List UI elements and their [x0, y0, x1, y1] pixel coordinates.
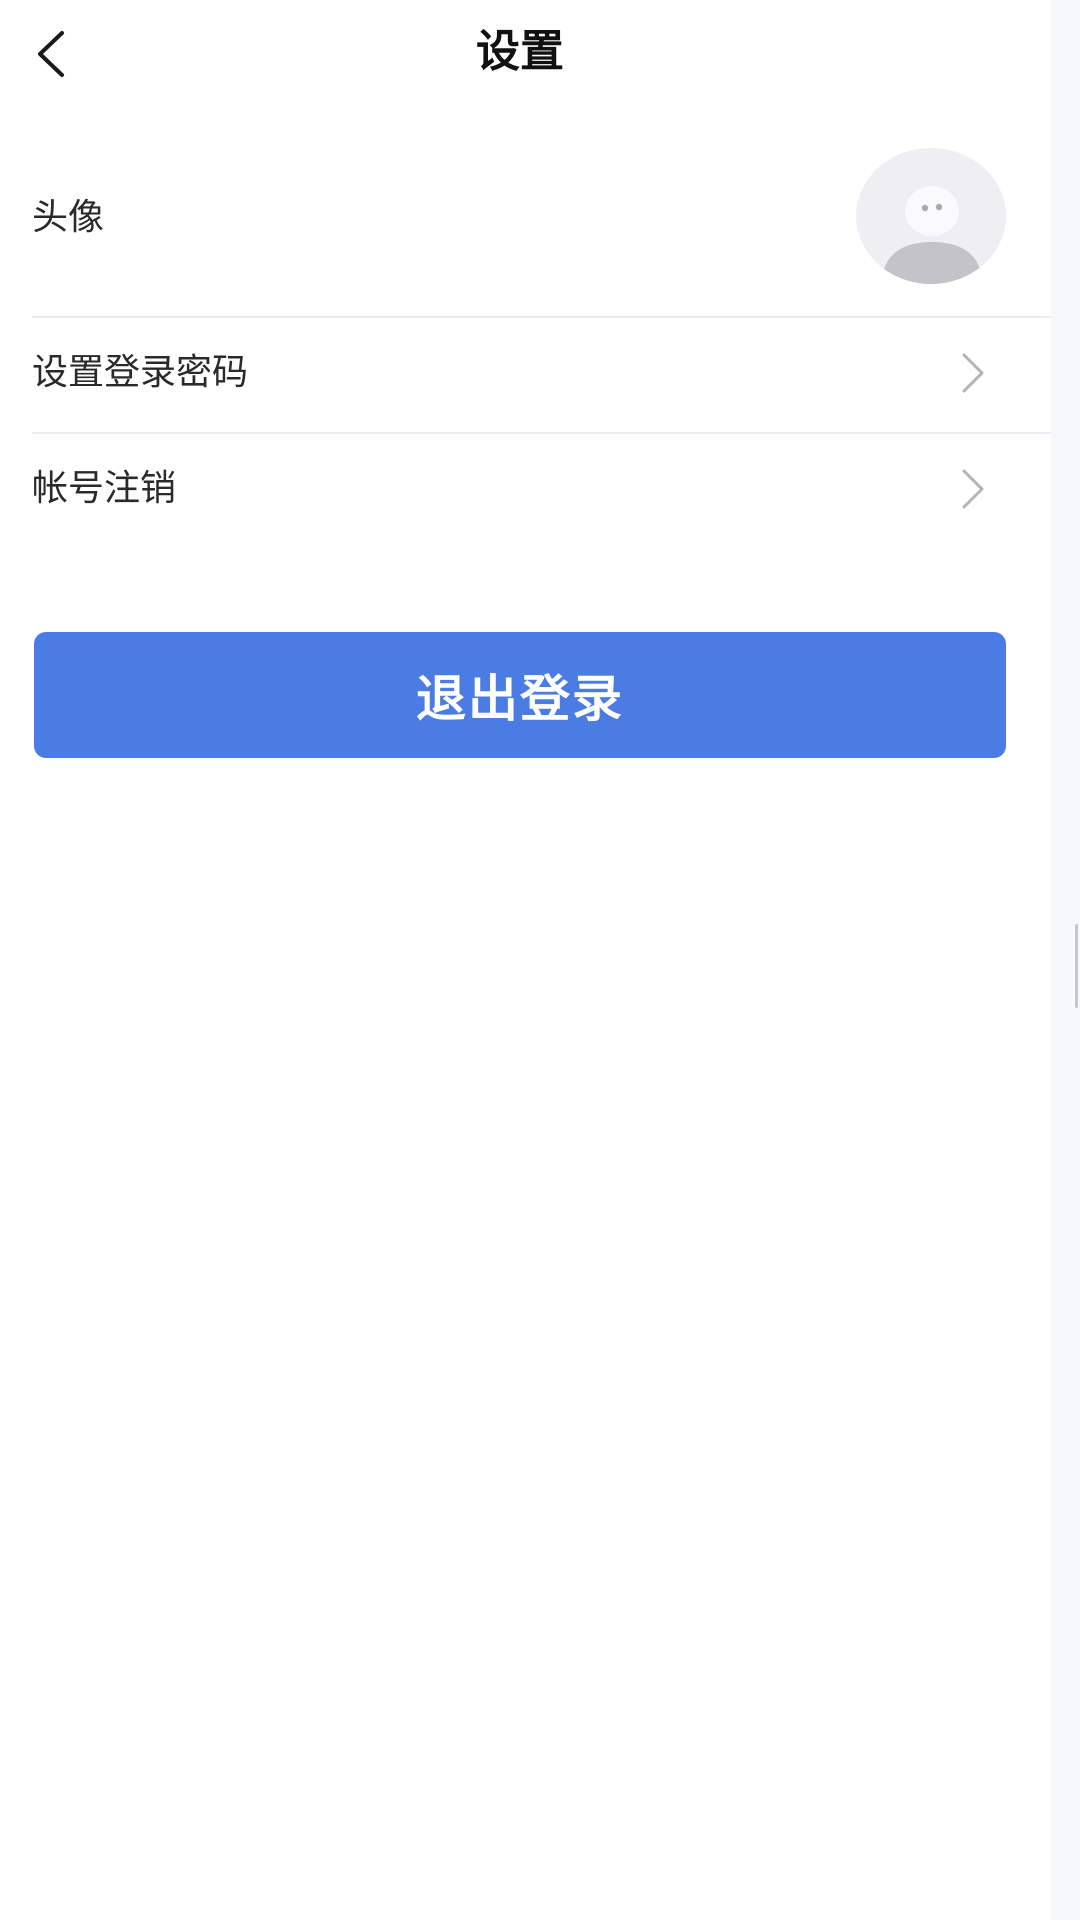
chevron-right-icon: [962, 353, 984, 393]
scroll-indicator[interactable]: [1075, 924, 1078, 1008]
logout-button[interactable]: 退出登录: [34, 632, 1006, 758]
settings-row-password[interactable]: 设置登录密码: [32, 318, 1051, 434]
settings-row-avatar[interactable]: 头像: [32, 112, 1051, 318]
settings-page: 设置 头像 设置登录密码 帐号注销 退出登录: [0, 0, 1080, 1920]
avatar[interactable]: [856, 148, 1006, 284]
settings-item-label: 设置登录密码: [32, 352, 249, 393]
chevron-right-icon: [962, 469, 984, 509]
default-avatar-icon: [882, 186, 982, 284]
page-title: 设置: [476, 26, 564, 77]
settings-row-deactivate-account[interactable]: 帐号注销: [32, 434, 1051, 548]
header-bar: 设置: [0, 0, 1051, 112]
avatar-label: 头像: [32, 197, 105, 238]
settings-item-label: 帐号注销: [32, 468, 177, 509]
settings-list: 头像 设置登录密码 帐号注销: [0, 112, 1051, 548]
